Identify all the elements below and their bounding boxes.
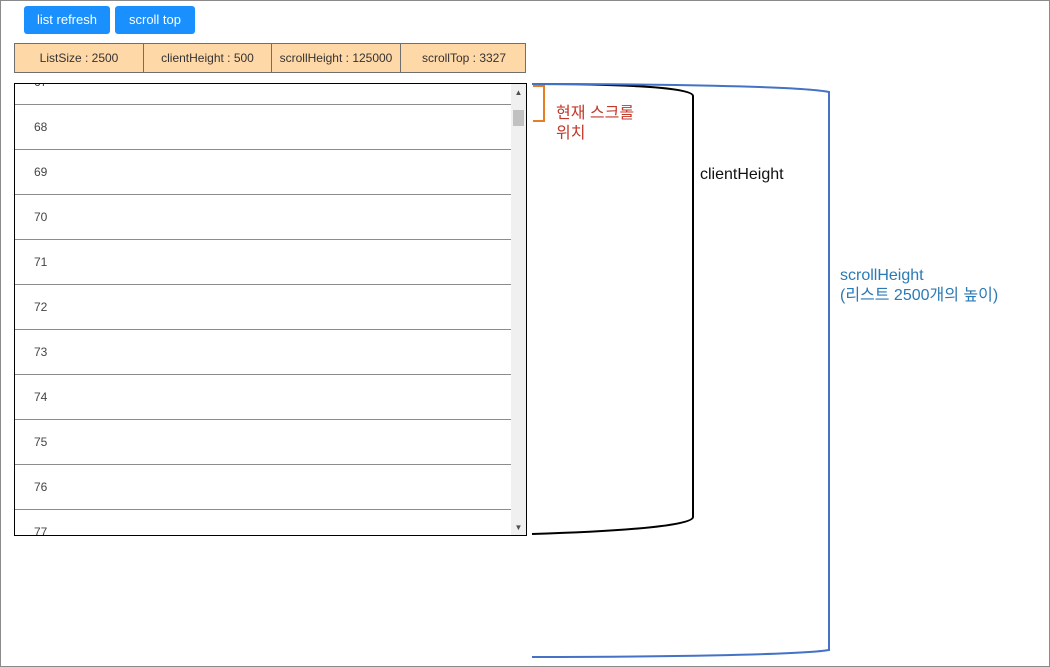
current-position-bracket bbox=[533, 85, 545, 122]
client-height-label: clientHeight bbox=[700, 166, 784, 183]
scroll-height-bracket bbox=[531, 83, 830, 658]
current-scroll-position-label: 현재 스크롤 위치 bbox=[556, 105, 635, 142]
scroll-height-label: scrollHeight (리스트 2500개의 높이) bbox=[840, 267, 999, 304]
annotation-brackets bbox=[531, 83, 830, 658]
client-height-bracket bbox=[531, 83, 694, 535]
